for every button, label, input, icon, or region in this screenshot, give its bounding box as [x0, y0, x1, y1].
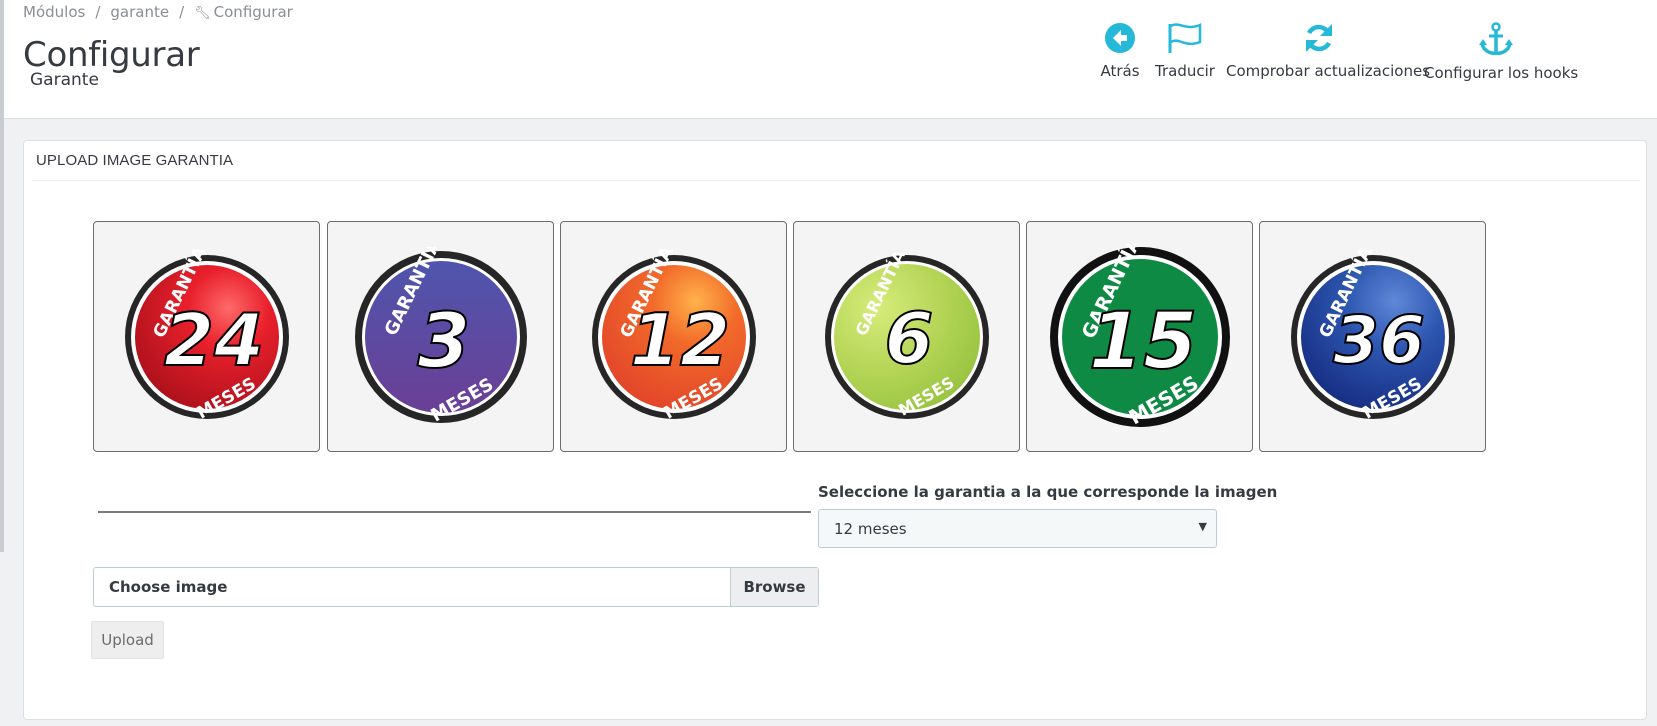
- warranty-badge-card[interactable]: GARANTÍA 12 MESES: [560, 221, 787, 452]
- warranty-select-value: 12 meses: [834, 520, 907, 538]
- warranty-select-label: Seleccione la garantia a la que correspo…: [818, 483, 1278, 501]
- breadcrumb-separator: /: [179, 3, 185, 21]
- warranty-badge-image: GARANTÍA 36 MESES: [1290, 247, 1455, 423]
- warranty-badge-card[interactable]: GARANTÍA 36 MESES: [1259, 221, 1486, 452]
- badge-number: 24: [163, 298, 263, 382]
- panel-divider: [32, 180, 1640, 181]
- warranty-badge-image: GARANTÍA 12 MESES: [591, 247, 756, 423]
- badge-number: 12: [629, 298, 729, 382]
- warranty-select[interactable]: 12 meses ▼: [818, 509, 1217, 548]
- image-file-input[interactable]: Choose image Browse: [93, 567, 819, 607]
- warranty-badge-card[interactable]: GARANTÍA 15 MESES: [1026, 221, 1253, 452]
- warranty-badge-image: GARANTÍA 3 MESES: [354, 247, 527, 426]
- panel-heading: UPLOAD IMAGE GARANTIA: [36, 152, 234, 169]
- breadcrumb-modules-link[interactable]: Módulos: [23, 3, 85, 21]
- check-updates-label: Comprobar actualizaciones: [1226, 62, 1431, 80]
- badge-number: 6: [884, 298, 933, 380]
- warranty-badge-card[interactable]: GARANTÍA 6 MESES: [793, 221, 1020, 452]
- file-name-placeholder: Choose image: [109, 578, 228, 596]
- anchor-icon: [1479, 22, 1513, 55]
- badge-number: 3: [417, 296, 470, 385]
- badge-number: 15: [1088, 297, 1197, 387]
- upload-image-panel: UPLOAD IMAGE GARANTIA GARANTÍA 24 MESES: [23, 140, 1647, 720]
- back-button[interactable]: Atrás: [1096, 22, 1144, 80]
- warranty-badge-image: GARANTÍA 15 MESES: [1049, 244, 1230, 429]
- wrench-icon: 🔧︎: [194, 6, 211, 21]
- configure-hooks-label: Configurar los hooks: [1424, 64, 1579, 82]
- caret-down-icon: ▼: [1198, 520, 1207, 533]
- flag-icon: [1168, 23, 1202, 53]
- arrow-left-circle-icon: [1105, 23, 1135, 53]
- configure-hooks-button[interactable]: Configurar los hooks: [1424, 22, 1579, 82]
- breadcrumb: Módulos / garante / 🔧︎ Configurar: [23, 3, 293, 21]
- warranty-badge-card[interactable]: GARANTÍA 24 MESES: [93, 221, 320, 452]
- translate-button[interactable]: Traducir: [1152, 22, 1218, 80]
- warranty-badge-image: GARANTÍA 24 MESES: [124, 247, 289, 423]
- warranty-badge-card[interactable]: GARANTÍA 3 MESES: [327, 221, 554, 452]
- toolbar: Atrás Traducir Comprobar actualizaciones: [4, 22, 1657, 92]
- translate-label: Traducir: [1155, 62, 1215, 80]
- breadcrumb-configurar: 🔧︎ Configurar: [194, 3, 293, 21]
- breadcrumb-separator: /: [95, 3, 101, 21]
- browse-button[interactable]: Browse: [730, 568, 818, 606]
- refresh-icon: [1306, 24, 1332, 52]
- check-updates-button[interactable]: Comprobar actualizaciones: [1226, 22, 1431, 80]
- upload-button[interactable]: Upload: [91, 621, 164, 659]
- warranty-badge-image: GARANTÍA 6 MESES: [824, 247, 989, 419]
- page-header: Módulos / garante / 🔧︎ Configurar Configu…: [4, 0, 1657, 119]
- breadcrumb-garante-link[interactable]: garante: [110, 3, 169, 21]
- back-label: Atrás: [1100, 62, 1140, 80]
- badge-number: 36: [1333, 302, 1425, 379]
- divider-line: [98, 511, 811, 513]
